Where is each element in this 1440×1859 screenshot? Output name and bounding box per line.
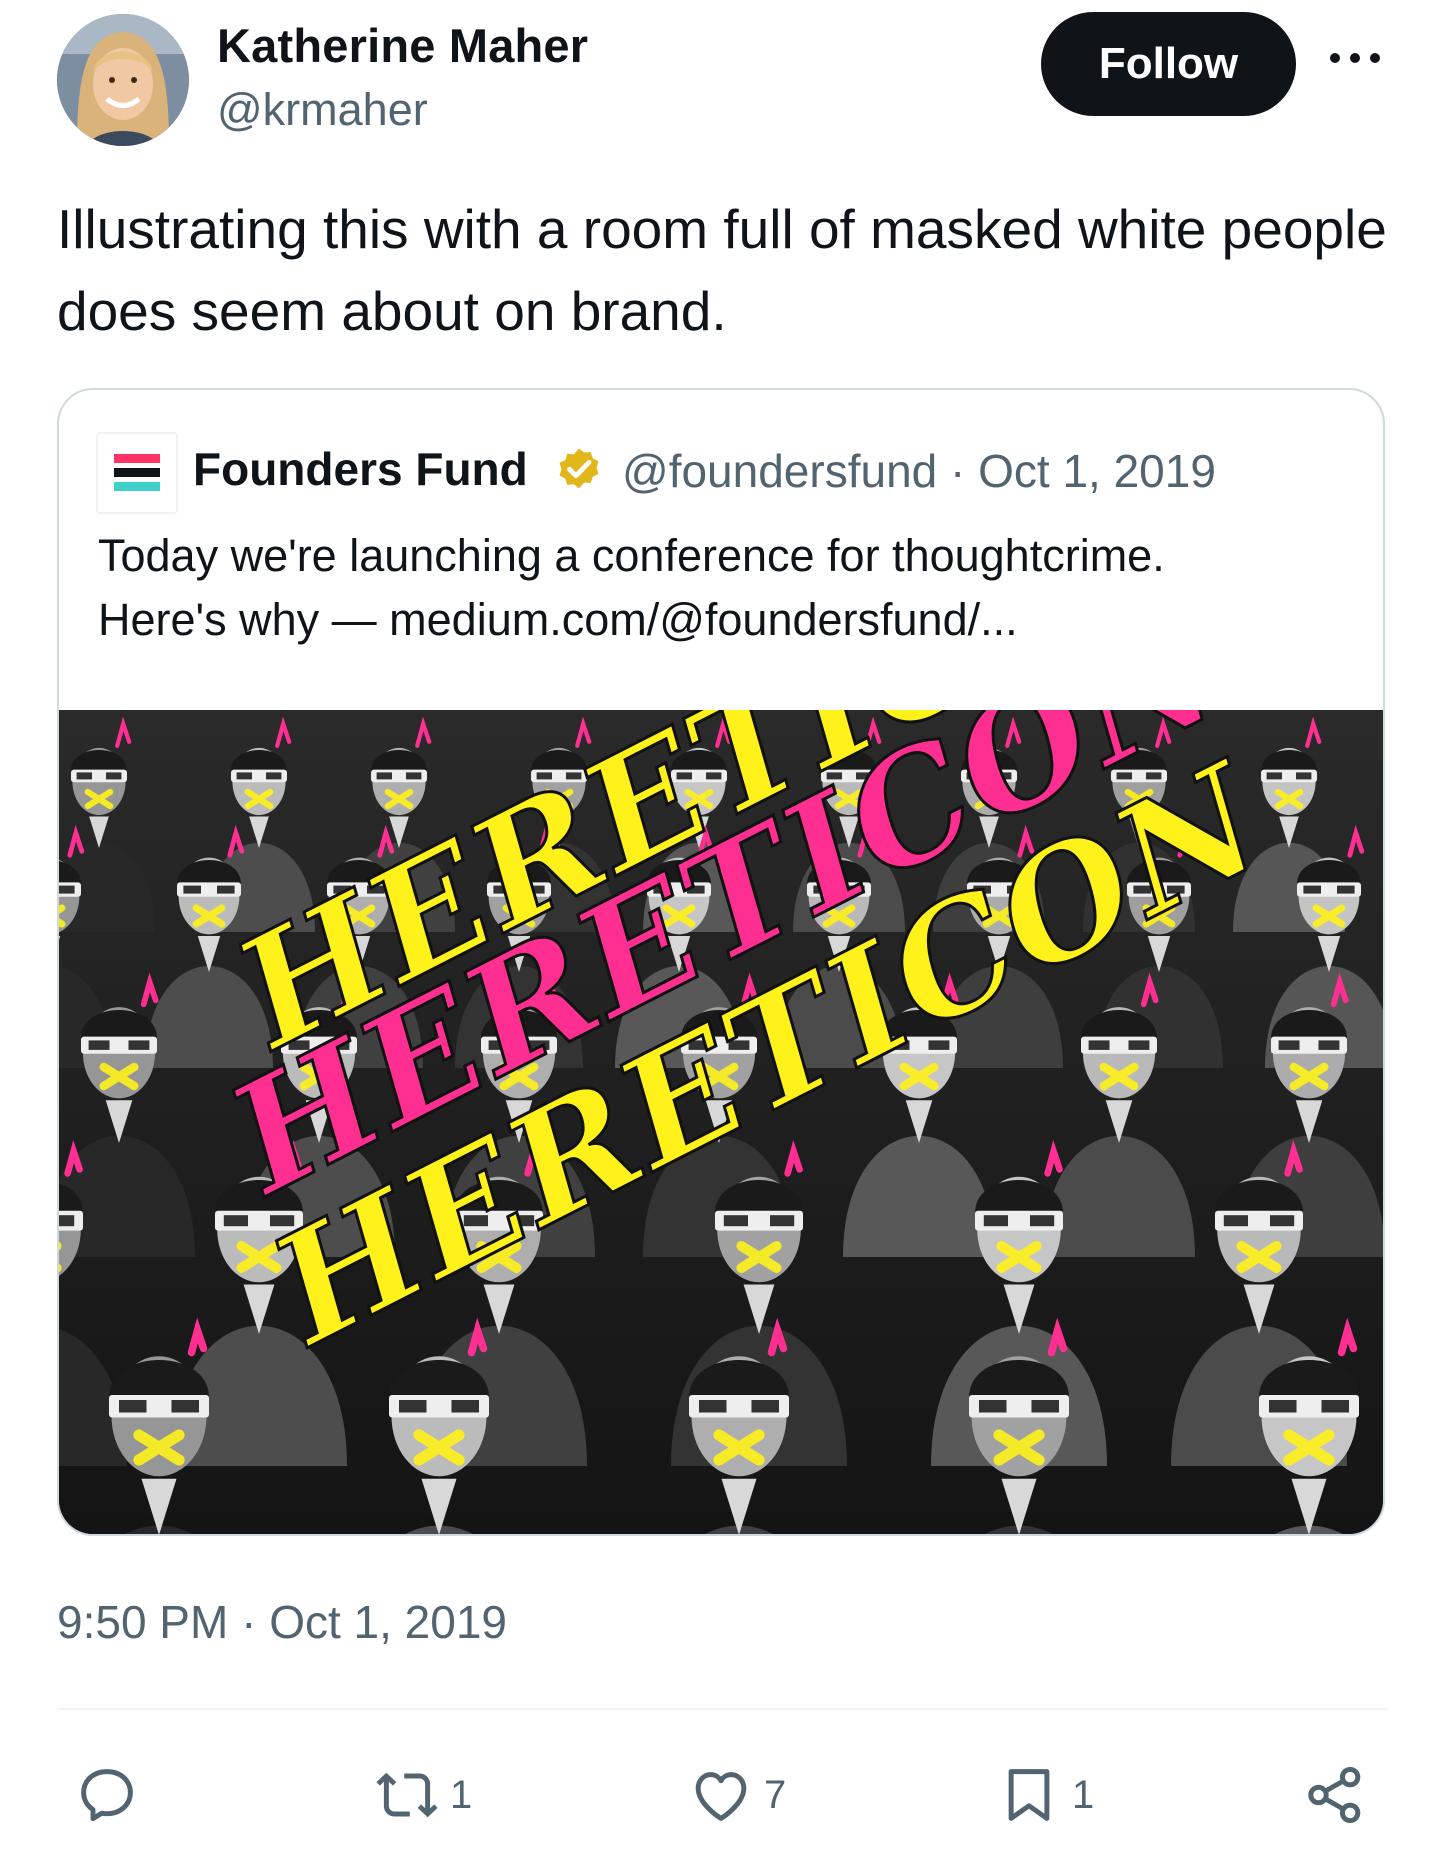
heart-icon bbox=[695, 1772, 747, 1821]
share-icon bbox=[1308, 1766, 1361, 1824]
follow-button[interactable]: Follow bbox=[1041, 12, 1296, 116]
bookmark-button[interactable]: 1 bbox=[996, 1760, 1094, 1830]
bookmark-icon bbox=[1008, 1769, 1050, 1821]
author-name[interactable]: Katherine Maher bbox=[217, 18, 588, 73]
reply-button[interactable] bbox=[74, 1760, 150, 1830]
verified-badge-icon bbox=[559, 448, 599, 489]
quoted-tweet-card[interactable]: Founders Fund @foundersfund · Oct 1, 201… bbox=[57, 388, 1385, 1536]
quoted-author-name: Founders Fund bbox=[193, 443, 528, 495]
quoted-tweet-text: Today we're launching a conference for t… bbox=[98, 524, 1358, 652]
avatar-image bbox=[57, 14, 189, 146]
author-avatar[interactable] bbox=[57, 14, 189, 146]
tweet-page: Katherine Maher @krmaher Follow Illustra… bbox=[0, 0, 1440, 1859]
like-count: 7 bbox=[764, 1772, 787, 1817]
share-button[interactable] bbox=[1302, 1760, 1378, 1830]
like-button[interactable]: 7 bbox=[688, 1760, 786, 1830]
bookmark-count: 1 bbox=[1072, 1772, 1095, 1817]
retweet-button[interactable]: 1 bbox=[374, 1760, 472, 1830]
tweet-timestamp[interactable]: 9:50 PM · Oct 1, 2019 bbox=[57, 1595, 507, 1649]
quoted-text-link[interactable]: Here's why — medium.com/@foundersfund/..… bbox=[98, 588, 1358, 652]
founders-fund-logo[interactable] bbox=[96, 432, 178, 514]
reply-icon bbox=[81, 1769, 133, 1822]
more-options-icon[interactable] bbox=[1330, 48, 1380, 68]
retweet-count: 1 bbox=[450, 1772, 473, 1817]
divider bbox=[57, 1708, 1387, 1710]
quoted-handle-date: @foundersfund · Oct 1, 2019 bbox=[622, 445, 1216, 497]
heretic-poster-image[interactable]: HERETICONHERETICONHERETICON bbox=[59, 710, 1383, 1534]
author-handle[interactable]: @krmaher bbox=[217, 84, 428, 136]
quoted-text-line-1: Today we're launching a conference for t… bbox=[98, 530, 1165, 581]
retweet-icon bbox=[376, 1772, 438, 1818]
tweet-text: Illustrating this with a room full of ma… bbox=[57, 198, 1387, 342]
